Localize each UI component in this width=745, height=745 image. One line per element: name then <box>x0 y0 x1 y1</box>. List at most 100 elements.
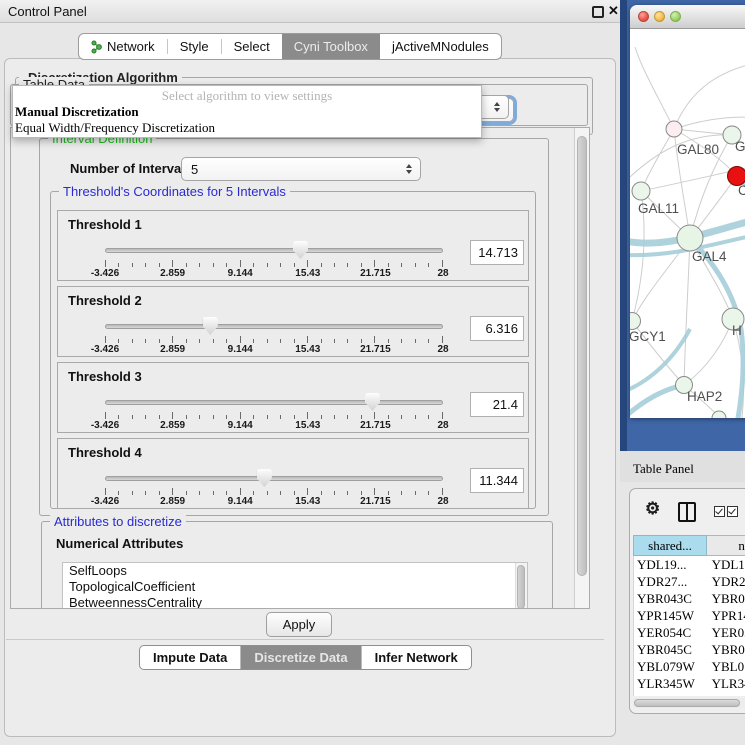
checkbox-icon[interactable] <box>714 506 725 517</box>
thresholds-group: Threshold's Coordinates for 5 Intervals … <box>50 191 536 509</box>
network-canvas[interactable]: GAL80 GA C GAL11 GAL4 GCY1 H HAP2 <box>630 29 745 418</box>
column-header-name[interactable]: name <box>707 535 745 556</box>
slider-tick-labels: -3.426 2.859 9.144 15.43 21.715 28 <box>105 344 443 356</box>
table-row[interactable]: YIL052CYIL052C <box>634 692 745 696</box>
close-icon[interactable]: ✕ <box>608 3 619 19</box>
slider-track[interactable] <box>105 248 443 253</box>
menu-item-manual-discretization[interactable]: Manual Discretization <box>13 104 481 120</box>
node-gal80[interactable] <box>666 121 682 137</box>
network-window-titlebar <box>630 5 745 29</box>
threshold-panels: Threshold 1 -3.426 2.859 9.144 15.43 <box>57 210 529 509</box>
tab-cyni-toolbox[interactable]: Cyni Toolbox <box>282 34 380 59</box>
slider-thumb[interactable] <box>257 469 272 487</box>
threshold-2-value-field[interactable]: 6.316 <box>470 316 524 341</box>
tab-network-label: Network <box>107 39 155 54</box>
divider <box>6 639 604 640</box>
table-row[interactable]: YLR345WYLR345W <box>634 675 745 692</box>
threshold-4-slider: -3.426 2.859 9.144 15.43 21.715 28 <box>105 439 443 510</box>
slider-track[interactable] <box>105 400 443 405</box>
zoom-traffic-light-icon[interactable] <box>670 11 681 22</box>
slider-thumb[interactable] <box>293 241 308 259</box>
threshold-3-value-field[interactable]: 21.4 <box>470 392 524 417</box>
cyni-bottom-tabbar: Impute Data Discretize Data Infer Networ… <box>139 645 472 670</box>
node-label: HAP2 <box>687 389 722 404</box>
table-row[interactable]: YER054CYER054C <box>634 624 745 641</box>
table-row[interactable]: YDR27...YDR27... <box>634 573 745 590</box>
table-row[interactable]: YPR145WYPR145W <box>634 607 745 624</box>
checkbox-icon[interactable] <box>727 506 738 517</box>
node-gcy1[interactable] <box>630 313 641 330</box>
threshold-4-value-field[interactable]: 11.344 <box>470 468 524 493</box>
table-row[interactable]: YBR043CYBR043C <box>634 590 745 607</box>
tab-discretize-data[interactable]: Discretize Data <box>241 646 360 669</box>
slider-ticks <box>105 488 443 496</box>
node-label: GAL80 <box>677 142 719 157</box>
settings-scroll-area: Interval Definition Number of Intervals … <box>10 127 590 609</box>
node-label: C <box>738 183 745 198</box>
slider-track[interactable] <box>105 324 443 329</box>
slider-ticks <box>105 336 443 344</box>
column-header-shared-name[interactable]: shared... <box>633 535 707 556</box>
slider-tick-labels: -3.426 2.859 9.144 15.43 21.715 28 <box>105 420 443 432</box>
threshold-1-panel: Threshold 1 -3.426 2.859 9.144 15.43 <box>57 210 529 281</box>
control-panel-titlebar: Control Panel ✕ <box>0 0 620 23</box>
settings-scrollbar <box>574 128 589 608</box>
scrollbar-thumb[interactable] <box>577 136 587 576</box>
threshold-1-slider: -3.426 2.859 9.144 15.43 21.715 28 <box>105 211 443 282</box>
table-body: YDL19...YDL19... YDR27...YDR27... YBR043… <box>633 556 745 696</box>
table-horizontal-scrollbar <box>633 698 745 708</box>
tab-impute-data[interactable]: Impute Data <box>140 646 240 669</box>
close-traffic-light-icon[interactable] <box>638 11 649 22</box>
slider-tick-labels: -3.426 2.859 9.144 15.43 21.715 28 <box>105 496 443 508</box>
table-row[interactable]: YBL079WYBL079W <box>634 658 745 675</box>
menu-item-equal-width-frequency[interactable]: Equal Width/Frequency Discretization <box>13 120 481 136</box>
number-of-intervals-value: 5 <box>191 162 198 177</box>
node-gal4[interactable] <box>677 225 703 251</box>
gear-icon[interactable]: ⚙ <box>645 499 660 519</box>
tab-style[interactable]: Style <box>168 34 221 59</box>
number-of-intervals-label: Number of Intervals <box>70 161 192 176</box>
table-panel-title: Table Panel <box>620 451 745 482</box>
slider-ticks <box>105 412 443 420</box>
control-panel-title: Control Panel <box>8 4 87 19</box>
minimize-traffic-light-icon[interactable] <box>654 11 665 22</box>
slider-tick-labels: -3.426 2.859 9.144 15.43 21.715 28 <box>105 268 443 280</box>
list-item[interactable]: TopologicalCoefficient <box>63 579 527 595</box>
node-gal11[interactable] <box>632 182 650 200</box>
popup-placeholder: Select algorithm to view settings <box>13 86 481 104</box>
numerical-attributes-list: SelfLoops TopologicalCoefficient Between… <box>62 562 528 609</box>
scrollbar-thumb[interactable] <box>517 565 525 609</box>
threshold-1-value-field[interactable]: 14.713 <box>470 240 524 265</box>
attributes-group-title: Attributes to discretize <box>50 514 186 529</box>
slider-track[interactable] <box>105 476 443 481</box>
list-scrollbar <box>515 563 527 609</box>
numerical-attributes-label: Numerical Attributes <box>56 536 183 551</box>
table-row[interactable]: YBR045CYBR045C <box>634 641 745 658</box>
scrollbar-thumb[interactable] <box>634 699 740 707</box>
tab-infer-network[interactable]: Infer Network <box>362 646 471 669</box>
threshold-4-panel: Threshold 4 -3.426 2.859 9.144 15.43 <box>57 438 529 509</box>
slider-thumb[interactable] <box>203 317 218 335</box>
node-label: GAL4 <box>692 249 727 264</box>
number-of-intervals-spinner[interactable]: 5 <box>181 157 421 181</box>
table-header: shared... name <box>633 535 745 556</box>
desktop-area: GAL80 GA C GAL11 GAL4 GCY1 H HAP2 Table … <box>620 0 745 745</box>
apply-button[interactable]: Apply <box>266 612 332 637</box>
tab-jactivemnodules[interactable]: jActiveMNodules <box>380 34 501 59</box>
node-label: GAL11 <box>638 201 679 216</box>
network-window: GAL80 GA C GAL11 GAL4 GCY1 H HAP2 <box>630 5 745 418</box>
spinner-arrows-icon <box>406 164 412 174</box>
table-row[interactable]: YDL19...YDL19... <box>634 556 745 573</box>
algorithm-dropdown-popup: Select algorithm to view settings Manual… <box>12 85 482 138</box>
columns-icon[interactable] <box>678 502 696 522</box>
tab-select[interactable]: Select <box>222 34 282 59</box>
interval-definition-group: Interval Definition Number of Intervals … <box>39 138 549 516</box>
slider-thumb[interactable] <box>365 393 380 411</box>
tab-network[interactable]: Network <box>79 34 167 59</box>
slider-ticks <box>105 260 443 268</box>
list-item[interactable]: BetweennessCentrality <box>63 595 527 609</box>
float-window-icon[interactable] <box>592 6 604 18</box>
node-label: GCY1 <box>630 329 666 344</box>
table-panel: ⚙ shared... name YDL19...YDL19... YDR27.… <box>629 488 745 714</box>
list-item[interactable]: SelfLoops <box>63 563 527 579</box>
